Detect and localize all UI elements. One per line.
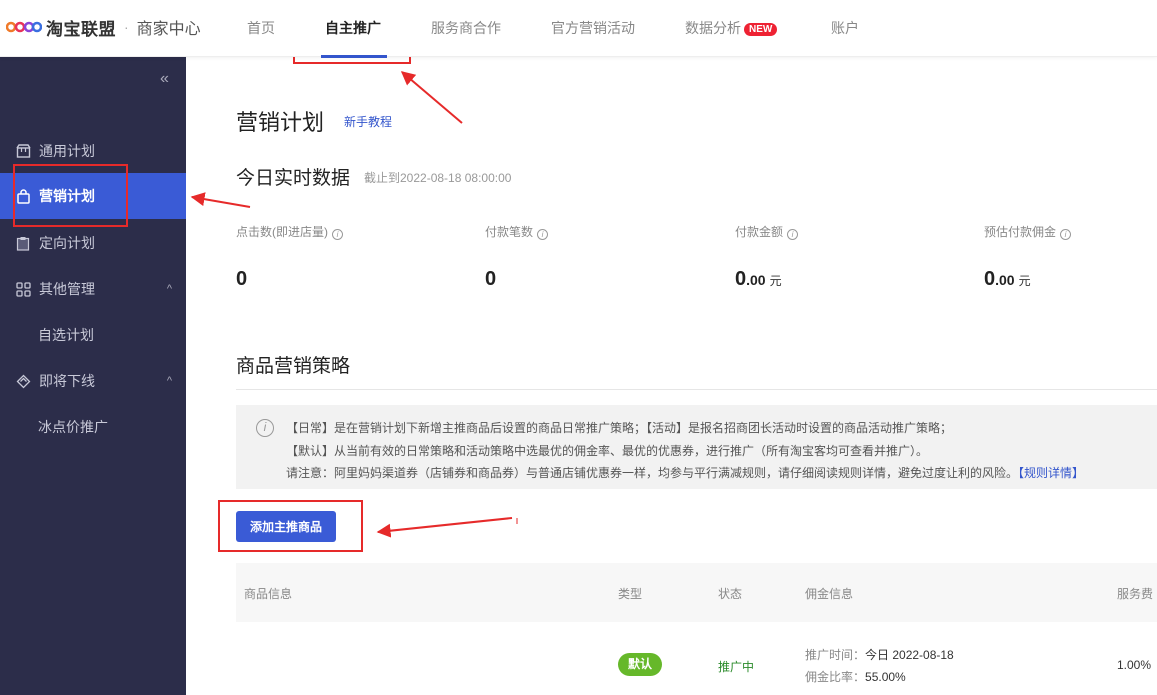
info-icon[interactable]: i	[1060, 229, 1072, 240]
metric-int: 0	[984, 268, 996, 290]
sidebar-item-label: 冰点价推广	[38, 419, 108, 435]
col-type: 类型	[618, 587, 643, 601]
sidebar-item-general-plan[interactable]: 通用计划	[0, 128, 186, 174]
sidebar-item-freezing-price-promo[interactable]: 冰点价推广	[0, 404, 186, 450]
top-bar: 淘宝联盟 · 商家中心 首页 自主推广 服务商合作 官方营销活动 数据分析 NEW…	[0, 0, 1157, 58]
strategy-section-title: 商品营销策略	[236, 356, 351, 377]
nav-self-promotion[interactable]: 自主推广	[325, 18, 381, 38]
sidebar-item-going-offline[interactable]: 即将下线 ^	[0, 358, 186, 404]
metric-amount-value: 0.00 元	[735, 268, 782, 291]
col-product-info: 商品信息	[244, 587, 293, 601]
metric-amount-label: 付款金额 i	[735, 223, 799, 240]
brand-subtitle: 商家中心	[136, 21, 201, 38]
chevron-up-icon: ^	[166, 375, 172, 387]
nav-account[interactable]: 账户	[831, 18, 859, 38]
sidebar-item-marketing-plan[interactable]: 营销计划	[0, 173, 186, 219]
active-tab-underline	[321, 55, 387, 58]
metric-commission-value: 0.00 元	[984, 268, 1031, 291]
metric-int: 0	[485, 268, 497, 290]
nav-official-campaigns[interactable]: 官方营销活动	[551, 18, 635, 38]
table-row: 默认 推广中 推广时间：今日 2022-08-18 佣金比率：55.00% 1.…	[236, 622, 1157, 695]
col-service-fee: 服务费	[1117, 587, 1154, 601]
logo[interactable]: 淘宝联盟 · 商家中心	[6, 16, 201, 39]
sidebar-item-self-selected-plan[interactable]: 自选计划	[0, 312, 186, 358]
brand-name: 淘宝联盟	[46, 19, 116, 39]
promo-time: 推广时间：今日 2022-08-18	[805, 646, 954, 663]
col-status: 状态	[718, 587, 743, 601]
metric-payments-value: 0	[485, 268, 496, 291]
data-cutoff-time: 截止到2022-08-18 08:00:00	[364, 171, 512, 185]
metric-commission-label: 预估付款佣金 i	[984, 223, 1072, 240]
metric-unit: 元	[769, 274, 782, 288]
sidebar-item-label: 营销计划	[39, 188, 95, 204]
commission-rate: 佣金比率：55.00%	[805, 668, 906, 685]
nav-data-analysis[interactable]: 数据分析 NEW	[685, 18, 778, 38]
sidebar-item-other-management[interactable]: 其他管理 ^	[0, 266, 186, 312]
nav-home[interactable]: 首页	[247, 18, 275, 38]
sidebar-item-label: 定向计划	[39, 235, 95, 251]
service-fee-value: 1.00%	[1117, 658, 1152, 672]
brand-separator: ·	[124, 19, 129, 35]
metric-dec: .00	[746, 272, 766, 288]
metric-unit: 元	[1018, 274, 1031, 288]
realtime-data-title: 今日实时数据	[236, 168, 351, 189]
collapse-sidebar-icon[interactable]: «	[160, 70, 169, 88]
shop-icon	[15, 143, 31, 159]
add-featured-product-button[interactable]: 添加主推商品	[236, 511, 336, 542]
clipboard-icon	[15, 235, 31, 251]
metric-clicks-value: 0	[236, 268, 247, 291]
metric-dec: .00	[995, 272, 1015, 288]
main-content: 营销计划 新手教程 今日实时数据 截止到2022-08-18 08:00:00 …	[186, 57, 1157, 695]
metric-label-text: 付款金额	[735, 225, 784, 239]
metric-payments-label: 付款笔数 i	[485, 223, 549, 240]
notice-line: 【默认】从当前有效的日常策略和活动策略中选最优的佣金率、最优的优惠券，进行推广（…	[286, 444, 929, 458]
promo-time-value: 今日 2022-08-18	[865, 648, 954, 662]
notice-line: 【日常】是在营销计划下新增主推商品后设置的商品日常推广策略；【活动】是报名招商团…	[286, 421, 953, 435]
new-badge: NEW	[744, 23, 778, 36]
tag-icon	[15, 373, 31, 389]
rule-details-link[interactable]: 【规则详情】	[1018, 466, 1084, 480]
page-title: 营销计划	[236, 110, 325, 135]
nav-service-partner[interactable]: 服务商合作	[431, 18, 501, 38]
sidebar-item-label: 自选计划	[38, 327, 94, 343]
nav-data-analysis-label: 数据分析	[685, 20, 741, 36]
commission-rate-value: 55.00%	[865, 670, 906, 684]
col-commission: 佣金信息	[805, 587, 854, 601]
grid-icon	[15, 281, 31, 297]
section-divider	[236, 389, 1157, 390]
chevron-up-icon: ^	[166, 283, 172, 295]
info-icon[interactable]: i	[332, 229, 343, 240]
metric-label-text: 点击数(即进店量)	[236, 225, 328, 239]
metric-int: 0	[735, 268, 747, 290]
table-header: 商品信息 类型 状态 佣金信息 服务费	[236, 563, 1157, 622]
metric-clicks-label: 点击数(即进店量) i	[236, 223, 343, 240]
notice-line-text: 请注意：阿里妈妈渠道券（店铺券和商品券）与普通店铺优惠券一样，均参与平行满减规则…	[286, 466, 1019, 480]
notice-line: 请注意：阿里妈妈渠道券（店铺券和商品券）与普通店铺优惠券一样，均参与平行满减规则…	[286, 464, 1084, 481]
metric-label-text: 预估付款佣金	[984, 225, 1057, 239]
info-icon: i	[256, 419, 274, 437]
sidebar-item-targeted-plan[interactable]: 定向计划	[0, 220, 186, 266]
info-icon[interactable]: i	[787, 229, 799, 240]
metric-int: 0	[236, 268, 248, 290]
info-icon[interactable]: i	[537, 229, 549, 240]
alliance-logo-icon	[6, 21, 42, 33]
sidebar-item-label: 即将下线	[39, 373, 95, 389]
metric-label-text: 付款笔数	[485, 225, 534, 239]
type-tag: 默认	[618, 653, 662, 676]
sidebar-item-label: 其他管理	[39, 281, 95, 297]
sidebar: « 通用计划 营销计划 定向计划 其他管理 ^ 自选计划 即将下线 ^ 冰点价推…	[0, 57, 186, 695]
bag-icon	[15, 188, 31, 204]
tutorial-link[interactable]: 新手教程	[344, 113, 392, 130]
commission-rate-label: 佣金比率：	[805, 670, 866, 684]
status-text: 推广中	[718, 660, 755, 674]
sidebar-item-label: 通用计划	[39, 143, 95, 159]
strategy-notice: i 【日常】是在营销计划下新增主推商品后设置的商品日常推广策略；【活动】是报名招…	[236, 405, 1157, 489]
promo-time-label: 推广时间：	[805, 648, 866, 662]
